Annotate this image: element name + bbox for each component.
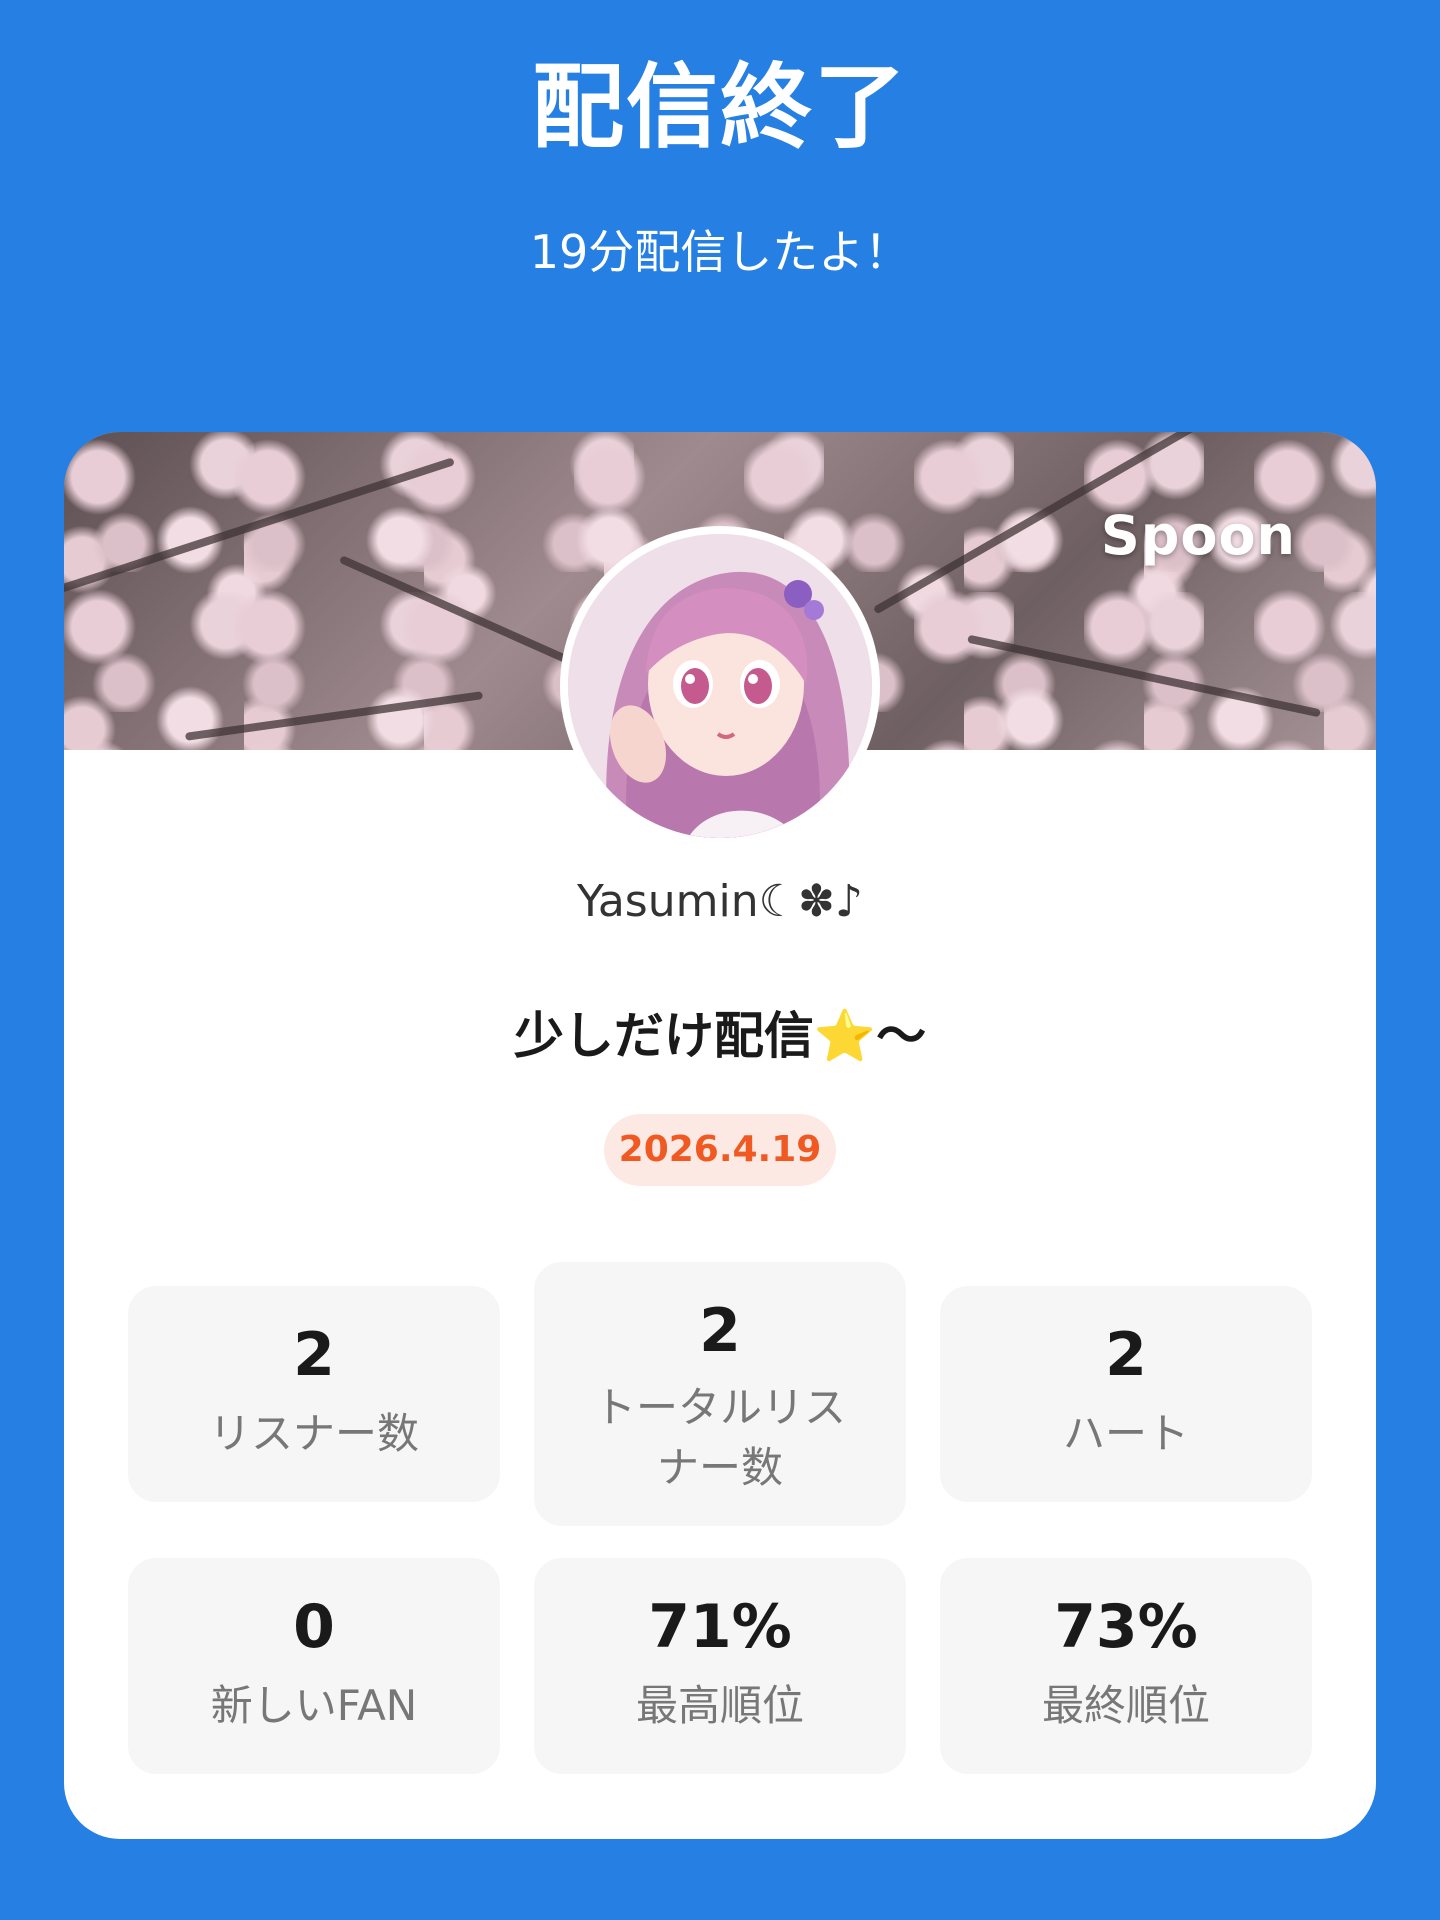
stat-label: ハート [1062, 1409, 1189, 1458]
stat-label: 最高順位 [635, 1681, 804, 1730]
stat-value: 2 [293, 1320, 335, 1390]
spoon-logo: Spoon [1100, 504, 1296, 567]
stat-label: トータルリスナー数 [593, 1383, 846, 1492]
stat-label: 最終順位 [1041, 1681, 1210, 1730]
stream-duration-text: 19分配信したよ！ [529, 225, 911, 279]
stat-value: 2 [699, 1296, 741, 1366]
avatar[interactable] [560, 526, 880, 846]
stat-value: 71% [648, 1592, 792, 1662]
stat-value: 73% [1054, 1592, 1198, 1662]
stat-total-listeners: 2 トータルリスナー数 [534, 1262, 906, 1526]
stat-listeners: 2 リスナー数 [128, 1286, 500, 1502]
stat-label: リスナー数 [208, 1409, 419, 1458]
avatar-image [568, 534, 872, 838]
date-badge: 2026.4.19 [604, 1114, 836, 1186]
stat-value: 2 [1105, 1320, 1147, 1390]
stat-highest-rank: 71% 最高順位 [534, 1558, 906, 1774]
stat-new-fans: 0 新しいFAN [128, 1558, 500, 1774]
stream-title: 少しだけ配信⭐️～ [513, 1007, 927, 1065]
stat-value: 0 [293, 1592, 335, 1662]
stat-final-rank: 73% 最終順位 [940, 1558, 1312, 1774]
username: Yasumin☾✽♪ [577, 876, 863, 927]
stream-summary-card: Spoon Yasumin☾✽♪ 少しだけ配信⭐️～ 2026.4.19 2 リ… [64, 432, 1376, 1839]
stat-label: 新しいFAN [210, 1681, 418, 1730]
page-title: 配信終了 [531, 54, 908, 161]
stat-hearts: 2 ハート [940, 1286, 1312, 1502]
